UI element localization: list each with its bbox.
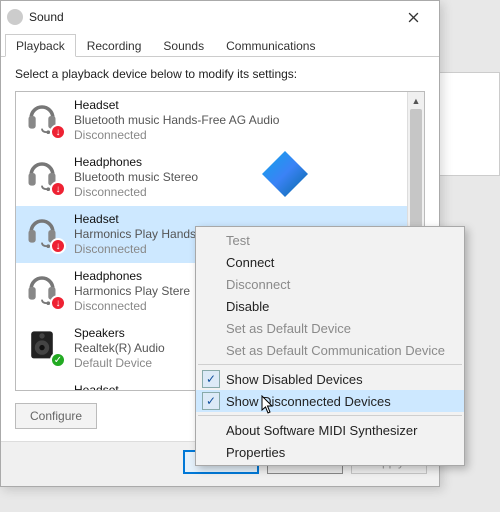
device-row[interactable]: ↓ HeadphonesBluetooth music StereoDisconn… <box>16 149 407 206</box>
window-title: Sound <box>29 10 393 24</box>
device-icon: ↓ <box>24 98 64 138</box>
device-text: HeadsetVEZTRON NORDIC H <box>74 383 194 390</box>
title-bar: Sound <box>1 1 439 33</box>
device-text: HeadsetBluetooth music Hands-Free AG Aud… <box>74 98 279 143</box>
device-icon: ↓ <box>24 212 64 252</box>
device-name: Headset <box>74 383 194 390</box>
device-row[interactable]: ↓ HeadsetBluetooth music Hands-Free AG Au… <box>16 92 407 149</box>
device-icon: ↓ <box>24 155 64 195</box>
menu-label: Show Disabled Devices <box>226 372 363 387</box>
device-text: HeadphonesHarmonics Play StereDisconnect… <box>74 269 190 314</box>
device-icon: ↓ <box>24 269 64 309</box>
app-icon <box>7 9 23 25</box>
menu-separator <box>198 364 462 365</box>
menu-disconnect: Disconnect <box>196 273 464 295</box>
menu-about-midi[interactable]: About Software MIDI Synthesizer <box>196 419 464 441</box>
menu-show-disconnected[interactable]: ✓ Show Disconnected Devices <box>196 390 464 412</box>
device-desc: Bluetooth music Stereo <box>74 170 198 185</box>
device-icon: ↓ <box>24 383 64 390</box>
menu-show-disabled[interactable]: ✓ Show Disabled Devices <box>196 368 464 390</box>
device-name: Speakers <box>74 326 165 341</box>
tab-recording[interactable]: Recording <box>76 34 153 57</box>
device-text: SpeakersRealtek(R) AudioDefault Device <box>74 326 165 371</box>
tab-communications[interactable]: Communications <box>215 34 326 57</box>
instruction-text: Select a playback device below to modify… <box>15 67 425 81</box>
close-button[interactable] <box>393 3 433 31</box>
device-status: Default Device <box>74 356 165 371</box>
tab-playback[interactable]: Playback <box>5 34 76 57</box>
device-text: HeadsetHarmonics Play HandsDisconnected <box>74 212 196 257</box>
configure-button[interactable]: Configure <box>15 403 97 429</box>
check-icon: ✓ <box>202 370 220 388</box>
device-status: Disconnected <box>74 185 198 200</box>
status-badge-icon: ↓ <box>50 238 66 254</box>
device-status: Disconnected <box>74 242 196 257</box>
menu-disable[interactable]: Disable <box>196 295 464 317</box>
device-name: Headphones <box>74 269 190 284</box>
menu-test: Test <box>196 229 464 251</box>
tab-sounds[interactable]: Sounds <box>152 34 215 57</box>
device-desc: Harmonics Play Stere <box>74 284 190 299</box>
status-badge-icon: ↓ <box>50 124 66 140</box>
scroll-up-button[interactable]: ▲ <box>408 92 424 109</box>
menu-connect[interactable]: Connect <box>196 251 464 273</box>
status-badge-icon: ✓ <box>50 352 66 368</box>
device-name: Headset <box>74 212 196 227</box>
menu-set-default: Set as Default Device <box>196 317 464 339</box>
check-icon: ✓ <box>202 392 220 410</box>
device-text: HeadphonesBluetooth music StereoDisconne… <box>74 155 198 200</box>
device-status: Disconnected <box>74 299 190 314</box>
menu-separator <box>198 415 462 416</box>
status-badge-icon: ↓ <box>50 181 66 197</box>
device-desc: Harmonics Play Hands <box>74 227 196 242</box>
device-icon: ✓ <box>24 326 64 366</box>
device-desc: Bluetooth music Hands-Free AG Audio <box>74 113 279 128</box>
device-name: Headphones <box>74 155 198 170</box>
close-icon <box>408 12 419 23</box>
context-menu: Test Connect Disconnect Disable Set as D… <box>195 226 465 466</box>
device-name: Headset <box>74 98 279 113</box>
device-status: Disconnected <box>74 128 279 143</box>
menu-label: Show Disconnected Devices <box>226 394 391 409</box>
tab-bar: Playback Recording Sounds Communications <box>1 33 439 57</box>
status-badge-icon: ↓ <box>50 295 66 311</box>
menu-set-default-comm: Set as Default Communication Device <box>196 339 464 361</box>
device-desc: Realtek(R) Audio <box>74 341 165 356</box>
menu-properties[interactable]: Properties <box>196 441 464 463</box>
